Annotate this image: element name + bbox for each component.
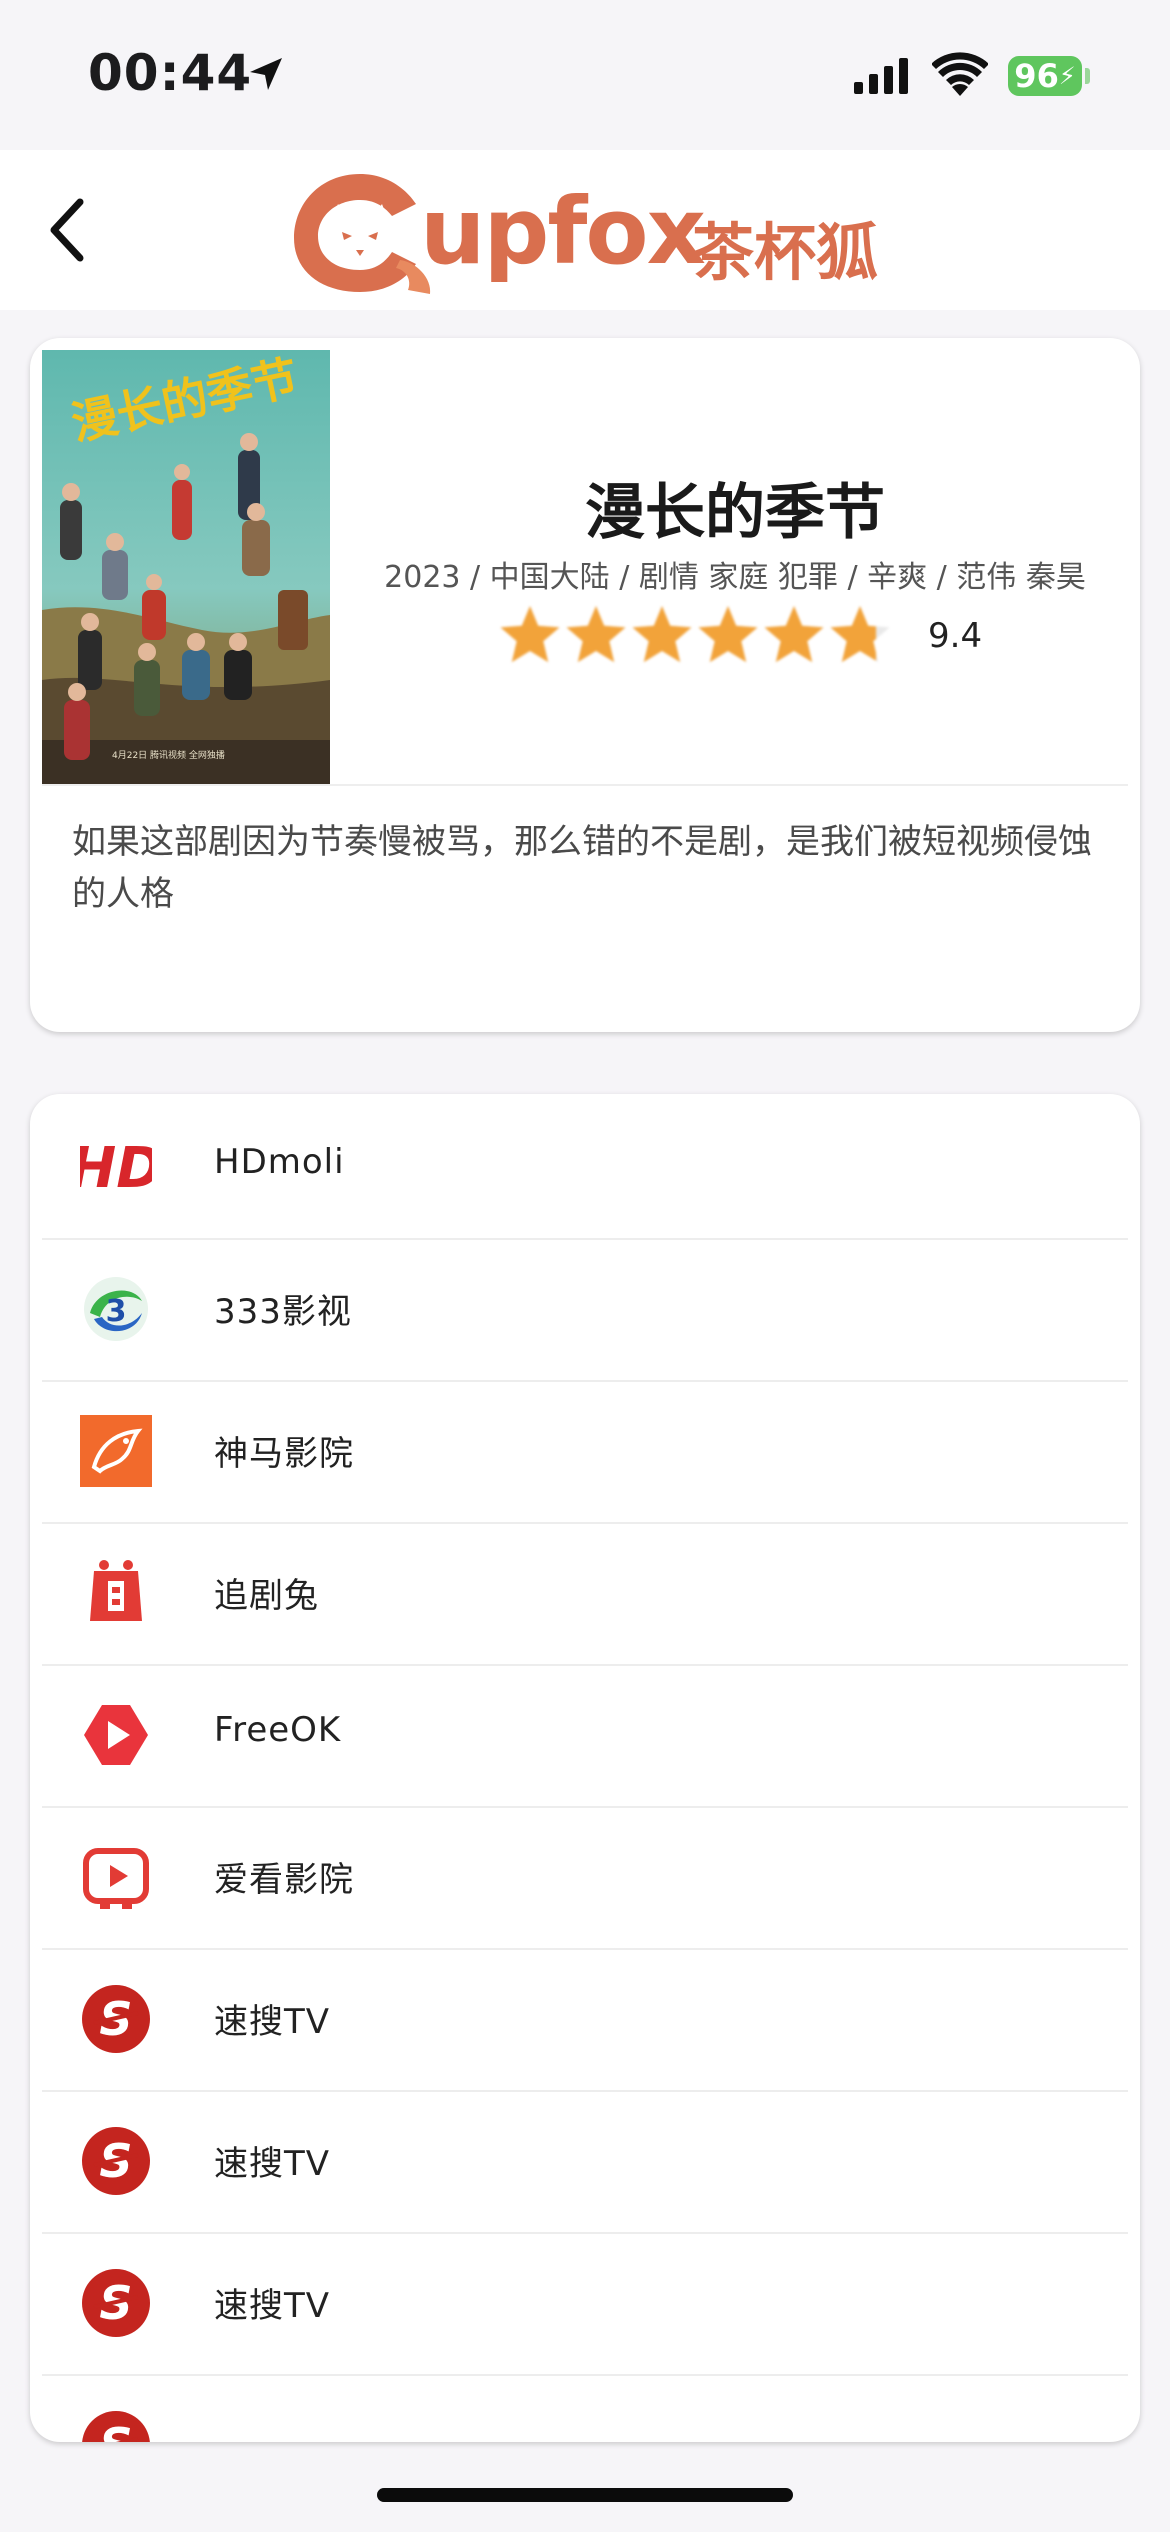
- aikan-icon: [80, 1841, 152, 1913]
- source-name: 速搜TV: [214, 2002, 331, 2042]
- susou-icon: S: [80, 2125, 152, 2197]
- source-name: 神马影院: [214, 1434, 354, 1474]
- 333-icon: 3: [80, 1273, 152, 1345]
- cellular-signal-icon: [854, 58, 908, 94]
- source-name: 速搜TV: [214, 2144, 331, 2184]
- freeok-icon: [80, 1699, 152, 1771]
- back-chevron-icon[interactable]: [36, 190, 96, 270]
- star-icon: [764, 606, 824, 663]
- battery-cap: [1085, 68, 1090, 84]
- susou-icon: S: [80, 1983, 152, 2055]
- status-time: 00:44: [88, 44, 253, 102]
- movie-poster[interactable]: 漫长的季节 4月22日 腾讯视频 全网独播: [42, 350, 330, 784]
- svg-text:S: S: [99, 2418, 132, 2442]
- movie-meta: 2023 / 中国大陆 / 剧情 家庭 犯罪 / 辛爽 / 范伟 秦昊: [384, 560, 1086, 595]
- star-icon: [632, 606, 692, 663]
- charging-bolt-icon: ⚡: [1058, 62, 1076, 90]
- location-arrow-icon: [250, 58, 282, 90]
- source-list-card: HD HDmoli 3 333影视神马影院追剧兔 FreeOK 爱看影院 S 速搜TV S 速搜T…: [30, 1094, 1140, 2442]
- battery-indicator: 96 ⚡: [1008, 56, 1082, 96]
- status-bar: 00:44 96 ⚡: [0, 0, 1170, 150]
- rating-value: 9.4: [928, 616, 983, 656]
- battery-level: 96: [1014, 57, 1059, 95]
- source-row[interactable]: FreeOK: [42, 1664, 1128, 1806]
- source-name: HDmoli: [214, 1142, 345, 1182]
- susou-icon: S: [80, 2409, 152, 2442]
- source-name: FreeOK: [214, 1710, 342, 1750]
- zhuijutu-icon: [80, 1557, 152, 1629]
- star-icon: [566, 606, 626, 663]
- star-icon: [698, 606, 758, 663]
- logo-chinese-name: 茶杯狐: [692, 216, 879, 289]
- source-row[interactable]: 爱看影院: [42, 1806, 1128, 1948]
- source-row[interactable]: 3 333影视: [42, 1238, 1128, 1380]
- source-row[interactable]: 追剧兔: [42, 1522, 1128, 1664]
- fox-cup-logo-icon: [294, 174, 431, 294]
- row-separator: [42, 2374, 1128, 2376]
- source-row[interactable]: HD HDmoli: [42, 1096, 1128, 1238]
- source-name: 追剧兔: [214, 1576, 319, 1616]
- poster-illustration: 漫长的季节 4月22日 腾讯视频 全网独播: [42, 350, 330, 784]
- source-name: 爱看影院: [214, 1860, 354, 1900]
- svg-text:3: 3: [106, 1294, 127, 1329]
- movie-title: 漫长的季节: [585, 478, 885, 548]
- source-row[interactable]: S 速搜TV: [42, 1948, 1128, 2090]
- movie-description: 如果这部剧因为节奏慢被骂，那么错的不是剧，是我们被短视频侵蚀的人格: [72, 822, 1092, 914]
- logo-wordmark: upfox: [420, 178, 706, 285]
- source-name: 333影视: [214, 1292, 352, 1332]
- star-icon: [500, 606, 560, 663]
- shenma-icon: [80, 1415, 152, 1487]
- rating-stars-icon: [500, 606, 890, 663]
- source-row[interactable]: S 速搜TV: [42, 2090, 1128, 2232]
- wifi-icon: [932, 52, 988, 96]
- hdmoli-icon: HD: [69, 1131, 162, 1203]
- movie-info-card: 漫长的季节 4月22日 腾讯视频 全网独播 漫长的季节 2023 / 中国大陆 …: [30, 338, 1140, 1032]
- rating: 9.4: [500, 602, 1000, 672]
- svg-text:HD: HD: [80, 1136, 152, 1201]
- home-indicator[interactable]: [377, 2488, 793, 2502]
- susou-icon: S: [80, 2267, 152, 2339]
- card-divider: [42, 784, 1128, 786]
- source-row[interactable]: S 速搜TV: [42, 2232, 1128, 2374]
- nav-bar: upfox 茶杯狐: [0, 150, 1170, 310]
- source-name: 速搜TV: [214, 2286, 331, 2326]
- source-row[interactable]: 神马影院: [42, 1380, 1128, 1522]
- cupfox-logo: upfox 茶杯狐: [280, 160, 900, 300]
- svg-text:4月22日 腾讯视频 全网独播: 4月22日 腾讯视频 全网独播: [112, 749, 225, 761]
